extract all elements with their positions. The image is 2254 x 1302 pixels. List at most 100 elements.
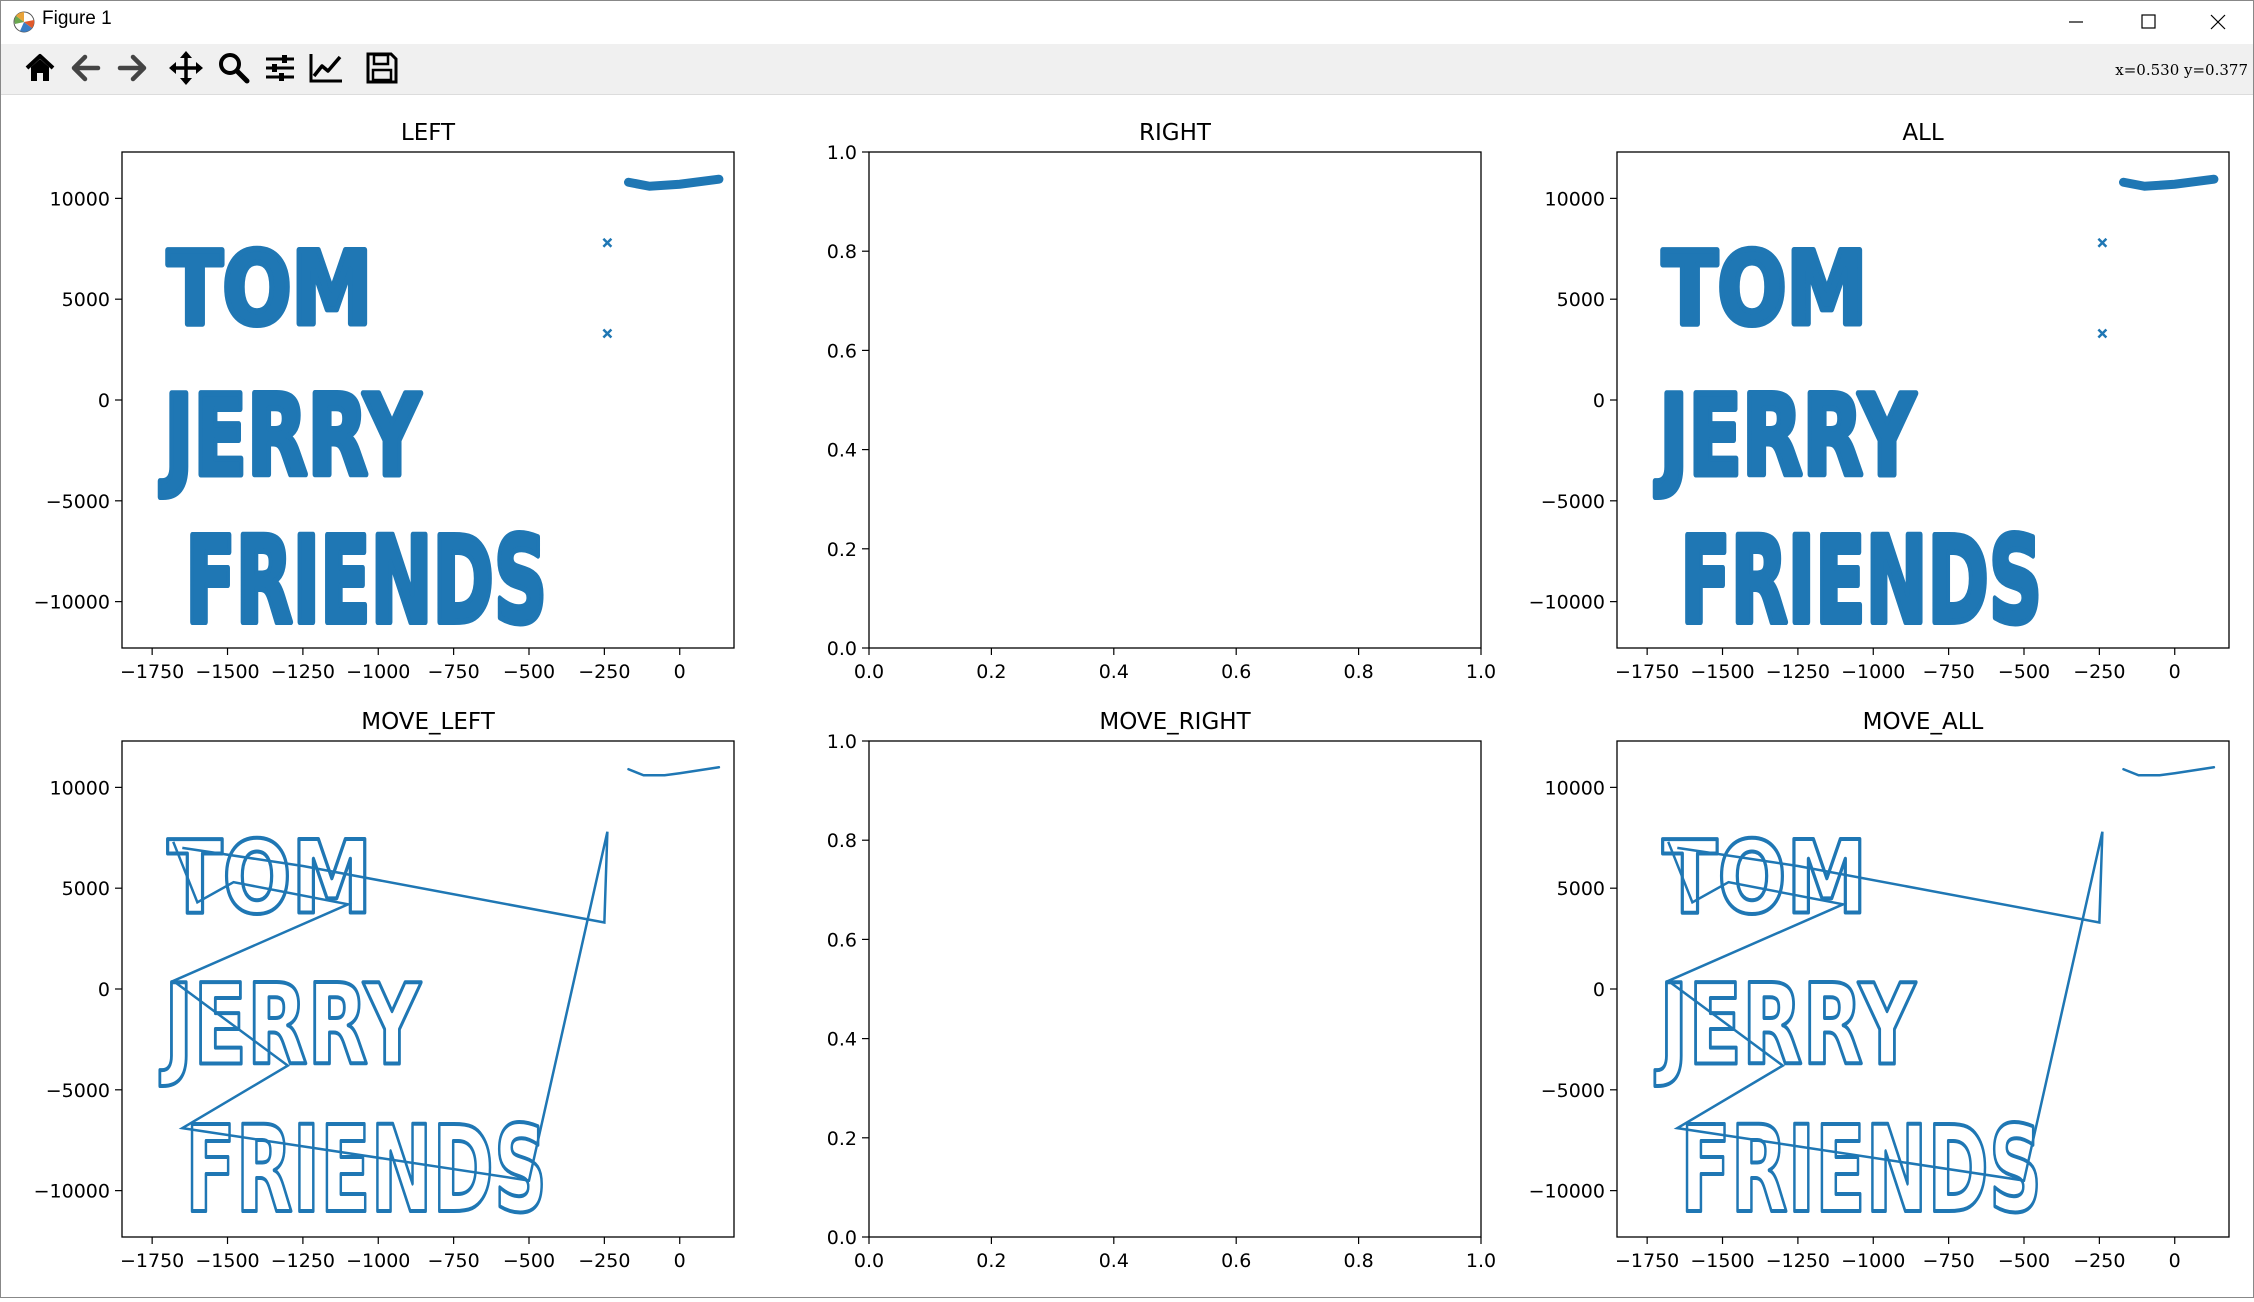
x-tick-label: 0.2 xyxy=(976,661,1006,683)
series-stroke xyxy=(2118,174,2219,191)
axes-frame xyxy=(868,740,1482,1238)
close-button[interactable] xyxy=(2182,0,2254,44)
x-tick-label: −500 xyxy=(1998,1250,2050,1272)
x-tick-label: −1500 xyxy=(195,1250,259,1272)
data-point xyxy=(2097,328,2108,339)
series-stroke xyxy=(2122,765,2216,777)
y-tick-label: −5000 xyxy=(46,491,110,513)
text-shape-friends: FRIENDS xyxy=(1680,1101,2042,1240)
zoom-button[interactable] xyxy=(214,48,254,88)
maximize-icon xyxy=(2141,14,2156,29)
axes-move-left[interactable]: MOVE_LEFTTOMJERRYFRIENDS−1750 −1500 −1250−… xyxy=(34,709,735,1272)
x-tick-label: 0.4 xyxy=(1099,661,1129,683)
y-tick-label: 0.2 xyxy=(827,1128,857,1150)
y-tick-label: 0.2 xyxy=(827,539,857,561)
y-tick-label: 5000 xyxy=(62,289,110,311)
y-tick-label: 10000 xyxy=(1545,188,1605,210)
axes-left[interactable]: LEFTTOMJERRYFRIENDS−1750 −1500 −1250 −1000−… xyxy=(34,120,735,683)
plot-area: TOM JERRYFRIENDS xyxy=(1652,765,2216,1240)
edit-axis-button[interactable] xyxy=(306,48,346,88)
x-tick-label: 0 xyxy=(2169,661,2181,683)
y-tick-label: 0.6 xyxy=(827,929,857,951)
magnifier-icon xyxy=(219,53,250,84)
y-tick-label: 10000 xyxy=(1545,777,1605,799)
x-tick-label: −1750 xyxy=(120,1250,184,1272)
y-tick-label: −10000 xyxy=(1529,1181,1605,1203)
plot-area: TOM JERRYFRIENDS xyxy=(157,765,721,1240)
y-tick-label: 0.6 xyxy=(827,340,857,362)
x-tick-label: −1000 xyxy=(346,1250,410,1272)
axes-title: LEFT xyxy=(401,120,456,146)
x-tick-label: 0 xyxy=(674,1250,686,1272)
axes-title: RIGHT xyxy=(1139,120,1212,146)
series-stroke xyxy=(623,174,724,191)
text-shape-jerry: JERRY xyxy=(1654,961,1917,1091)
x-tick-label: −250 xyxy=(578,1250,630,1272)
text-shape-friends: FRIENDS xyxy=(185,512,547,651)
y-tick-label: −10000 xyxy=(34,1181,110,1203)
text-shape-friends: FRIENDS xyxy=(185,1101,547,1240)
arrow-right-icon xyxy=(117,54,147,82)
axes-title: MOVE_RIGHT xyxy=(1099,709,1251,735)
matplotlib-app-icon xyxy=(13,11,35,33)
x-tick-label: −500 xyxy=(503,661,555,683)
y-tick-label: 0.4 xyxy=(827,1029,857,1051)
move-icon xyxy=(169,51,203,85)
y-tick-label: 0.8 xyxy=(827,241,857,263)
minimize-button[interactable] xyxy=(2040,0,2112,44)
arrow-left-icon xyxy=(71,54,101,82)
x-tick-label: 0.6 xyxy=(1221,661,1251,683)
x-tick-label: −250 xyxy=(578,661,630,683)
x-tick-label: 0.4 xyxy=(1099,1250,1129,1272)
x-tick-label: −1750 xyxy=(1615,661,1679,683)
x-tick-label: 1.0 xyxy=(1466,661,1496,683)
y-tick-label: −5000 xyxy=(1541,1080,1605,1102)
x-tick-label: 1.0 xyxy=(1466,1250,1496,1272)
axes-frame xyxy=(868,151,1482,649)
window-title: Figure 1 xyxy=(42,8,112,29)
y-tick-label: 0 xyxy=(1593,979,1605,1001)
x-tick-label: 0.8 xyxy=(1343,661,1373,683)
axes-title: MOVE_ALL xyxy=(1863,709,1984,735)
y-tick-label: 5000 xyxy=(62,878,110,900)
y-tick-label: −5000 xyxy=(46,1080,110,1102)
forward-button[interactable] xyxy=(112,48,152,88)
x-tick-label: 0 xyxy=(2169,1250,2181,1272)
x-tick-label: −750 xyxy=(428,661,480,683)
y-tick-label: 0.0 xyxy=(827,638,857,660)
text-shape-jerry: JERRY xyxy=(159,372,422,502)
configure-subplots-button[interactable] xyxy=(260,48,300,88)
y-tick-label: 1.0 xyxy=(827,142,857,164)
x-tick-label: 0.6 xyxy=(1221,1250,1251,1272)
series-stroke xyxy=(627,765,721,777)
y-tick-label: −5000 xyxy=(1541,491,1605,513)
sliders-icon xyxy=(266,55,294,81)
x-tick-label: −1750 xyxy=(120,661,184,683)
y-tick-label: −10000 xyxy=(1529,592,1605,614)
x-tick-label: −250 xyxy=(2073,1250,2125,1272)
plot-area: TOM JERRYFRIENDS xyxy=(1651,174,2219,648)
axes-right[interactable]: RIGHT 0.0 0.2 0.4 0.6 0.8 1.0 0.0 0.2 0.4 0.6 0.8 1.… xyxy=(827,120,1496,683)
text-shape-tom: TOM xyxy=(1662,818,1867,936)
maximize-button[interactable] xyxy=(2112,0,2184,44)
back-button[interactable] xyxy=(66,48,106,88)
save-button[interactable] xyxy=(362,48,402,88)
data-point xyxy=(602,237,613,248)
x-tick-label: −1250 xyxy=(1766,661,1830,683)
axes-all[interactable]: ALL TOM JERRYFRIENDS−1750 −1500 −1250 −1000 −7… xyxy=(1529,120,2230,683)
x-tick-label: −1000 xyxy=(1841,1250,1905,1272)
axes-move-right[interactable]: MOVE_RIGHT 0.0 0.2 0.4 0.6 0.8 1.0 0.0 0.2 0.4 0.6… xyxy=(827,709,1496,1272)
title-bar[interactable]: Figure 1 xyxy=(0,0,2254,45)
figure-canvas[interactable]: LEFT TOM JERRY FRIENDS −1750 −1500 −1250 −1000−… xyxy=(0,95,2254,1298)
x-tick-label: 0.0 xyxy=(854,661,884,683)
x-tick-label: −1500 xyxy=(1690,1250,1754,1272)
x-tick-label: −1000 xyxy=(1841,661,1905,683)
x-tick-label: −250 xyxy=(2073,661,2125,683)
y-tick-label: 0 xyxy=(98,979,110,1001)
x-tick-label: 0 xyxy=(674,661,686,683)
x-tick-label: −1750 xyxy=(1615,1250,1679,1272)
figure-svg[interactable]: LEFTTOMJERRYFRIENDS−1750 −1500 −1250 −1000−… xyxy=(0,95,2254,1298)
pan-button[interactable] xyxy=(166,48,206,88)
axes-move-all[interactable]: MOVE_ALL TOM JERRYFRIENDS−1750 −1500 −1250 −1… xyxy=(1529,709,2230,1272)
home-button[interactable] xyxy=(20,48,60,88)
